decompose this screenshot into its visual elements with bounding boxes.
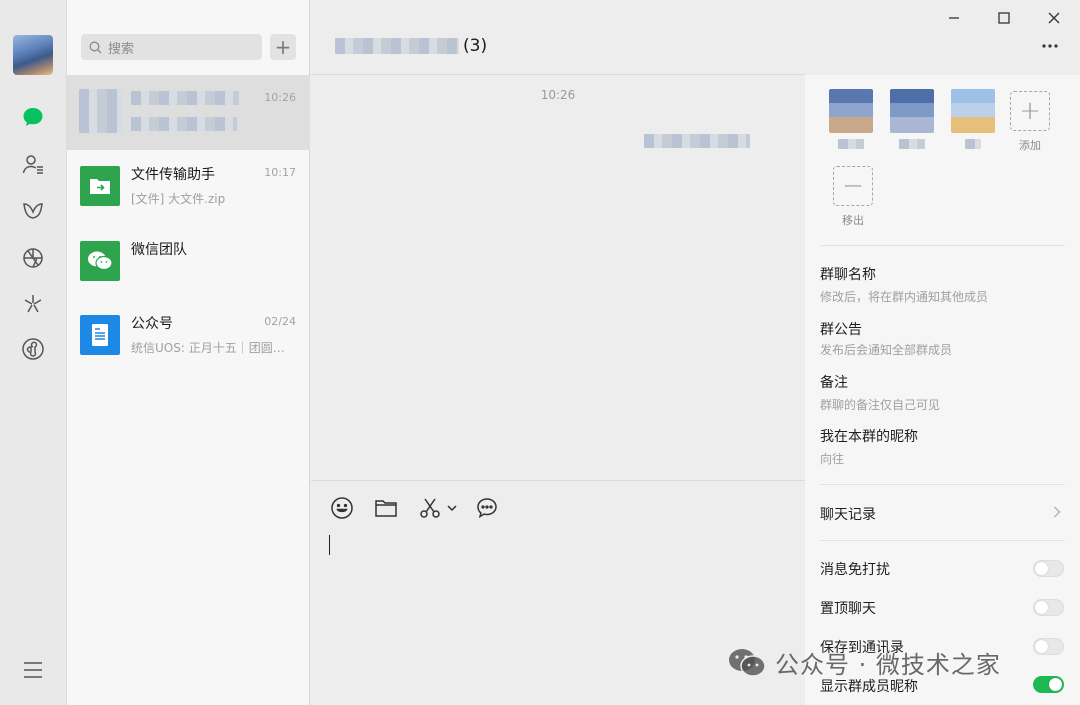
show-nicknames-toggle[interactable] bbox=[1033, 676, 1064, 693]
my-nickname-value: 向往 bbox=[820, 452, 845, 466]
user-avatar[interactable] bbox=[13, 35, 53, 75]
group-notice-sub: 发布后会通知全部群成员 bbox=[820, 343, 953, 357]
search-input[interactable]: 搜索 bbox=[81, 34, 262, 60]
member-avatar bbox=[890, 89, 934, 133]
system-message-blurred bbox=[644, 134, 750, 148]
search-placeholder: 搜索 bbox=[108, 41, 135, 57]
conversation-item[interactable]: 10:26 bbox=[67, 75, 310, 150]
contacts-icon[interactable] bbox=[18, 150, 48, 180]
screenshot-button[interactable] bbox=[417, 495, 443, 521]
close-button[interactable] bbox=[1043, 8, 1065, 28]
mute-label: 消息免打扰 bbox=[820, 562, 890, 578]
plus-icon: + bbox=[274, 35, 292, 59]
group-member[interactable] bbox=[950, 89, 996, 149]
chat-header: (3) bbox=[311, 0, 805, 75]
conversation-name-blurred bbox=[131, 91, 239, 105]
scissors-icon bbox=[420, 498, 440, 518]
add-chat-button[interactable]: + bbox=[270, 34, 296, 60]
member-name-blurred bbox=[965, 139, 981, 149]
conversation-item-official-accounts[interactable]: 公众号 02/24 统信UOS: 正月十五｜团圆… bbox=[67, 299, 310, 374]
save-to-contacts-toggle[interactable] bbox=[1033, 638, 1064, 655]
minimize-button[interactable] bbox=[943, 8, 965, 28]
conversation-preview-blurred bbox=[131, 117, 237, 131]
chat-history-item[interactable]: 聊天记录 bbox=[820, 504, 876, 524]
mute-toggle[interactable] bbox=[1033, 560, 1064, 577]
more-options-button[interactable] bbox=[1040, 38, 1060, 54]
member-avatar bbox=[951, 89, 995, 133]
message-timestamp: 10:26 bbox=[540, 88, 576, 102]
conversation-preview: 统信UOS: 正月十五｜团圆… bbox=[131, 341, 285, 355]
conversation-item-wechat-team[interactable]: 微信团队 bbox=[67, 225, 310, 300]
minimize-icon bbox=[949, 17, 959, 19]
member-name-blurred bbox=[899, 139, 925, 149]
chat-title-blurred bbox=[335, 38, 459, 54]
group-member[interactable] bbox=[828, 89, 874, 149]
search-icon bbox=[89, 41, 102, 53]
remark-title[interactable]: 备注 bbox=[820, 372, 848, 392]
my-nickname-title[interactable]: 我在本群的昵称 bbox=[820, 426, 918, 446]
ellipsis-icon bbox=[1042, 44, 1058, 48]
divider bbox=[820, 245, 1065, 246]
close-icon bbox=[1048, 12, 1060, 24]
folder-icon bbox=[375, 500, 397, 517]
chat-bubble-icon[interactable] bbox=[18, 102, 48, 132]
moments-icon[interactable] bbox=[18, 243, 48, 273]
nav-rail bbox=[0, 0, 67, 705]
menu-icon[interactable] bbox=[18, 655, 48, 685]
conversation-time: 10:17 bbox=[264, 166, 296, 179]
remark-sub: 群聊的备注仅自己可见 bbox=[820, 398, 941, 412]
remove-member-label: 移出 bbox=[842, 214, 864, 227]
conversation-list: 搜索 + 10:26 文件传输助手 10:17 [文件] 大文件.zip 微信团… bbox=[67, 0, 310, 705]
conversation-preview: [文件] 大文件.zip bbox=[131, 192, 226, 206]
group-name-title[interactable]: 群聊名称 bbox=[820, 264, 876, 284]
emoji-icon bbox=[331, 497, 353, 519]
watermark-text: 公众号 · 微技术之家 bbox=[775, 651, 1001, 679]
remove-member-button[interactable]: − 移出 bbox=[830, 164, 876, 227]
channels-icon[interactable] bbox=[18, 289, 48, 319]
group-member[interactable] bbox=[889, 89, 935, 149]
divider bbox=[820, 540, 1065, 541]
minus-icon: − bbox=[833, 166, 873, 206]
chat-history-button[interactable] bbox=[474, 495, 500, 521]
wechat-watermark-icon bbox=[729, 648, 766, 677]
favorites-icon[interactable] bbox=[18, 196, 48, 226]
official-account-icon bbox=[80, 315, 120, 355]
conversation-name: 公众号 bbox=[131, 316, 173, 332]
speech-bubble-icon bbox=[477, 498, 497, 519]
file-button[interactable] bbox=[373, 495, 399, 521]
maximize-icon bbox=[998, 12, 1010, 24]
chevron-right-icon bbox=[1053, 506, 1061, 522]
add-member-button[interactable]: + 添加 bbox=[1007, 89, 1053, 152]
pin-chat-label: 置顶聊天 bbox=[820, 601, 876, 617]
conversation-time: 02/24 bbox=[264, 315, 296, 328]
chevron-down-icon bbox=[447, 505, 457, 512]
group-notice-title[interactable]: 群公告 bbox=[820, 319, 862, 339]
watermark: 公众号 · 微技术之家 bbox=[727, 645, 1001, 680]
pin-chat-toggle[interactable] bbox=[1033, 599, 1064, 616]
text-cursor[interactable] bbox=[329, 535, 330, 555]
wechat-logo-icon bbox=[80, 241, 120, 281]
chat-title: (3) bbox=[335, 36, 487, 56]
mini-program-icon[interactable] bbox=[18, 334, 48, 364]
group-info-panel: + 添加 − 移出 群聊名称 修改后，将在群内通知其他成员 群公告 发布后会通知… bbox=[805, 75, 1080, 705]
divider bbox=[820, 484, 1065, 485]
emoji-button[interactable] bbox=[329, 495, 355, 521]
member-name-blurred bbox=[838, 139, 864, 149]
group-name-sub: 修改后，将在群内通知其他成员 bbox=[820, 290, 989, 304]
add-member-label: 添加 bbox=[1019, 139, 1041, 152]
chat-member-count: (3) bbox=[463, 36, 488, 56]
conversation-item-file-helper[interactable]: 文件传输助手 10:17 [文件] 大文件.zip bbox=[67, 150, 310, 225]
conversation-time: 10:26 bbox=[264, 91, 296, 104]
plus-icon: + bbox=[1010, 91, 1050, 131]
group-avatar bbox=[79, 89, 123, 133]
file-helper-icon bbox=[80, 166, 120, 206]
conversation-name: 文件传输助手 bbox=[131, 167, 215, 183]
maximize-button[interactable] bbox=[993, 8, 1015, 28]
member-avatar bbox=[829, 89, 873, 133]
screenshot-options-button[interactable] bbox=[445, 495, 459, 521]
conversation-name: 微信团队 bbox=[131, 242, 187, 258]
chat-area: (3) 10:26 bbox=[311, 0, 805, 705]
